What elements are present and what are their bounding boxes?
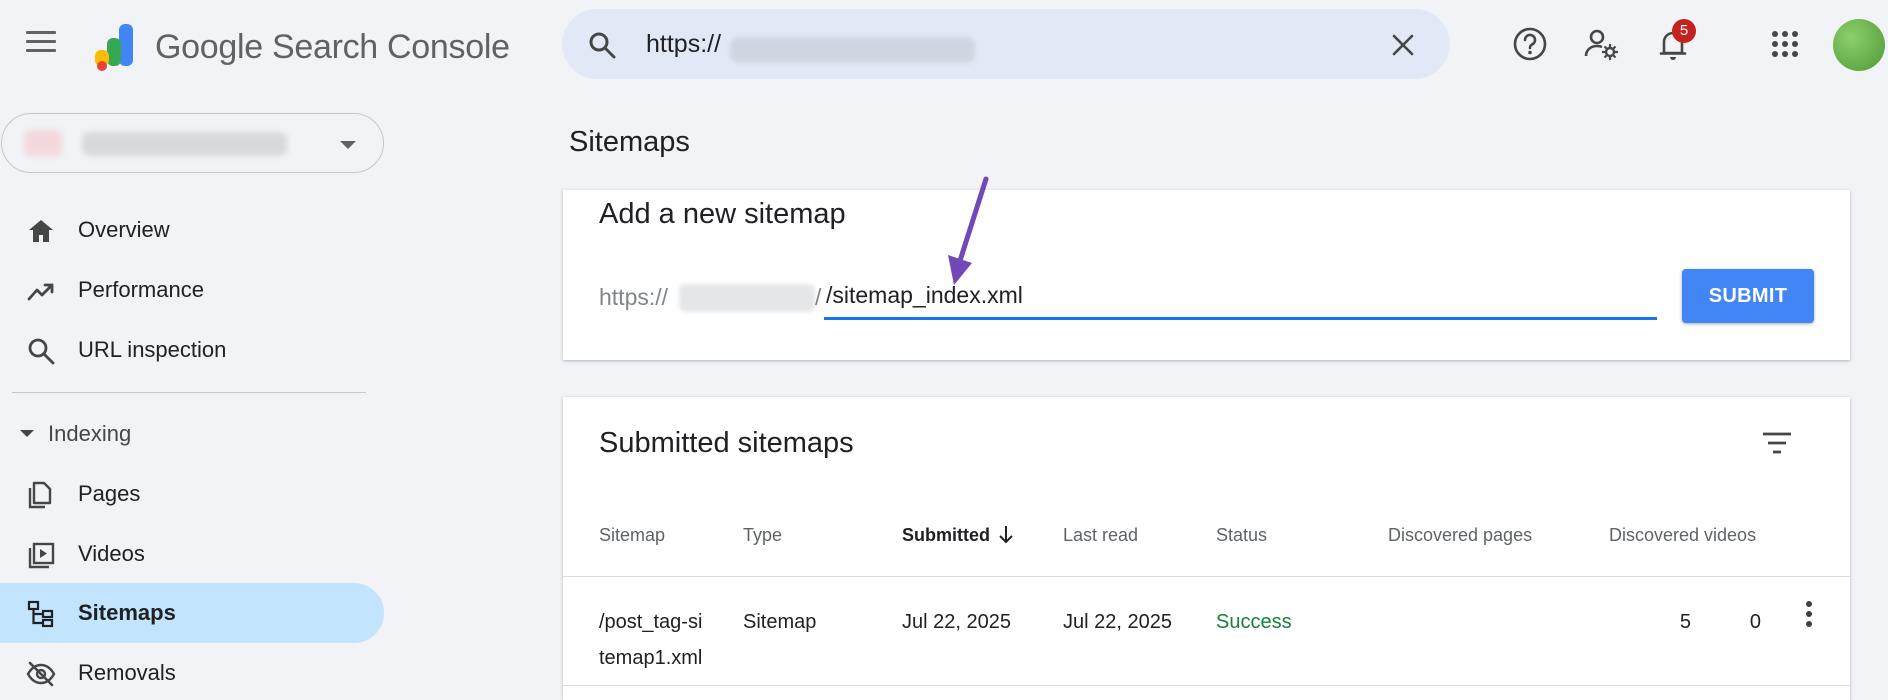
close-icon[interactable] <box>1388 30 1418 60</box>
search-console-logo[interactable] <box>90 22 140 72</box>
column-header-status[interactable]: Status <box>1216 525 1267 546</box>
cell-submitted: Jul 22, 2025 <box>902 611 1011 633</box>
column-header-submitted[interactable]: Submitted <box>902 525 990 546</box>
add-sitemap-card: Add a new sitemap https:// / SUBMIT <box>563 190 1850 360</box>
annotation-arrow-icon <box>948 176 989 285</box>
submitted-sitemaps-card: Submitted sitemaps Sitemap Type Submitte… <box>563 397 1850 700</box>
sort-descending-icon[interactable] <box>997 524 1015 546</box>
column-header-discovered-pages[interactable]: Discovered pages <box>1388 525 1532 546</box>
add-sitemap-title: Add a new sitemap <box>599 198 846 230</box>
table-divider <box>563 576 1850 577</box>
apps-grid-icon[interactable] <box>1765 24 1805 64</box>
sidebar-item-label: Removals <box>78 660 176 685</box>
property-favicon-redacted <box>24 130 62 156</box>
sidebar-item-label: Performance <box>78 277 204 302</box>
column-header-sitemap[interactable]: Sitemap <box>599 525 665 546</box>
sidebar-item-pages[interactable]: Pages <box>0 464 384 524</box>
sitemap-path-line1: /post_tag-si <box>599 611 703 633</box>
sidebar-item-label: URL inspection <box>78 337 227 362</box>
column-header-type[interactable]: Type <box>743 525 782 546</box>
property-name-redacted <box>82 132 287 156</box>
column-header-discovered-videos[interactable]: Discovered videos <box>1609 525 1756 546</box>
sidebar-item-label: Sitemaps <box>78 600 176 625</box>
sidebar-item-sitemaps[interactable]: Sitemaps <box>0 583 384 643</box>
sidebar-item-performance[interactable]: Performance <box>0 260 384 320</box>
video-icon <box>28 542 55 569</box>
cell-status: Success <box>1216 611 1292 633</box>
sidebar-item-label: Overview <box>78 217 170 242</box>
search-icon <box>28 338 55 365</box>
sidebar-item-overview[interactable]: Overview <box>0 200 384 260</box>
site-url-prefix: https:// <box>599 284 669 310</box>
page-title: Sitemaps <box>569 126 690 158</box>
search-icon <box>589 32 616 59</box>
filter-icon[interactable] <box>1761 429 1793 457</box>
cell-last-read: Jul 22, 2025 <box>1063 611 1172 633</box>
more-options-icon[interactable] <box>1799 601 1819 633</box>
property-selector[interactable] <box>1 113 384 173</box>
url-slash: / <box>815 284 822 310</box>
eye-off-icon <box>26 661 56 687</box>
table-divider <box>563 685 1850 686</box>
help-icon[interactable] <box>1510 24 1550 64</box>
trending-up-icon <box>27 283 54 301</box>
sidebar-item-label: Videos <box>78 541 145 566</box>
sidebar-item-label: Pages <box>78 481 141 506</box>
sidebar-item-removals[interactable]: Removals <box>0 643 384 700</box>
main-menu-icon[interactable] <box>26 31 56 55</box>
sitemap-icon <box>27 600 54 628</box>
manage-users-icon[interactable] <box>1581 24 1621 64</box>
cell-discovered-videos: 0 <box>1749 611 1761 633</box>
submit-button[interactable]: SUBMIT <box>1682 269 1814 323</box>
top-bar: Google Search Console 5 <box>0 0 1888 96</box>
chevron-down-icon <box>340 141 356 149</box>
redacted-url <box>730 37 975 63</box>
caret-down-icon <box>20 430 34 437</box>
url-search-box[interactable] <box>562 9 1450 79</box>
avatar[interactable] <box>1833 19 1885 71</box>
pages-icon <box>28 481 52 509</box>
redacted-domain <box>679 284 815 312</box>
product-name[interactable]: Google Search Console <box>155 28 510 67</box>
notification-count-badge: 5 <box>1672 19 1696 43</box>
column-header-last-read[interactable]: Last read <box>1063 525 1138 546</box>
cell-sitemap[interactable]: /post_tag-si temap1.xml <box>599 604 702 676</box>
submitted-sitemaps-title: Submitted sitemaps <box>599 427 854 459</box>
sidebar-item-url-inspection[interactable]: URL inspection <box>0 320 384 380</box>
sidebar-section-indexing[interactable]: Indexing <box>0 404 384 460</box>
cell-type: Sitemap <box>743 611 817 633</box>
section-label: Indexing <box>48 421 132 446</box>
sitemap-path-line2: temap1.xml <box>599 647 703 669</box>
sidebar-item-videos[interactable]: Videos <box>0 524 384 584</box>
sidebar-divider <box>12 392 366 393</box>
home-icon <box>29 220 53 242</box>
